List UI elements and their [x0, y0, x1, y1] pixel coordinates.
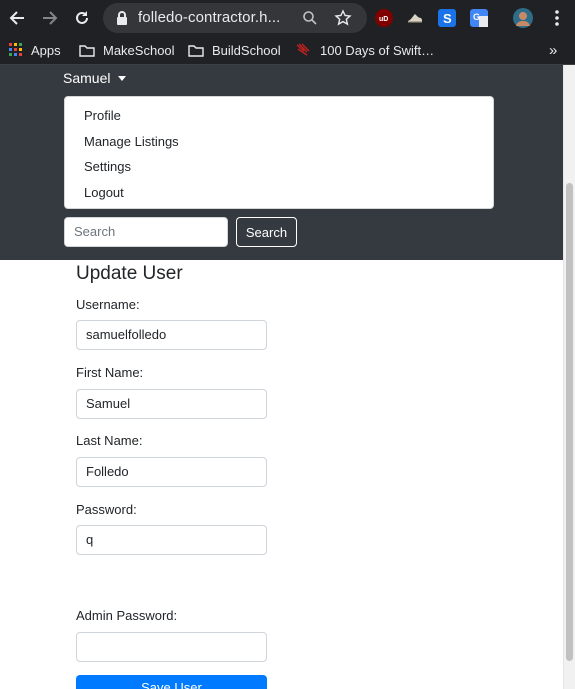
- scrollbar-thumb[interactable]: [566, 183, 573, 661]
- browser-menu-icon[interactable]: [545, 6, 569, 30]
- bookmarks-overflow-button[interactable]: »: [549, 41, 557, 59]
- bookmark-label: BuildSchool: [212, 42, 281, 58]
- folder-icon: [188, 44, 204, 57]
- bookmark-label: 100 Days of Swift…: [320, 42, 435, 58]
- first-name-label: First Name:: [76, 365, 144, 380]
- bookmark-label: MakeSchool: [103, 42, 175, 58]
- admin-password-field[interactable]: [76, 632, 267, 662]
- bookmark-star-icon[interactable]: [334, 9, 352, 26]
- user-menu-toggle[interactable]: Samuel: [63, 70, 127, 86]
- forward-icon[interactable]: [38, 6, 62, 30]
- last-name-label: Last Name:: [76, 433, 143, 448]
- bookmark-makeschool[interactable]: MakeSchool: [79, 41, 175, 59]
- bookmark-swift[interactable]: 100 Days of Swift…: [296, 41, 434, 59]
- url-text[interactable]: folledo-contractor.h...: [138, 9, 280, 26]
- search-button[interactable]: Search: [236, 217, 297, 247]
- zoom-icon[interactable]: [302, 10, 318, 26]
- back-icon[interactable]: [5, 6, 29, 30]
- user-menu-label: Samuel: [63, 70, 111, 86]
- bookmark-apps[interactable]: Apps: [9, 41, 61, 59]
- swift-icon: [296, 43, 312, 57]
- dropdown-item-profile[interactable]: Profile: [84, 108, 121, 123]
- save-user-button[interactable]: Save User: [76, 675, 267, 689]
- lock-icon[interactable]: [115, 10, 131, 26]
- caret-down-icon: [118, 76, 127, 81]
- sneaker-icon[interactable]: [406, 9, 424, 27]
- username-field[interactable]: samuelfolledo: [76, 320, 267, 350]
- bookmark-buildschool[interactable]: BuildSchool: [188, 41, 281, 59]
- dropdown-item-manage-listings[interactable]: Manage Listings: [84, 134, 179, 149]
- svg-text:G: G: [473, 12, 480, 22]
- svg-text:S: S: [443, 11, 452, 26]
- svg-text:uD: uD: [379, 16, 388, 23]
- password-field[interactable]: q: [76, 525, 267, 555]
- ublock-icon[interactable]: uD: [375, 9, 393, 27]
- translate-icon[interactable]: G: [470, 9, 488, 27]
- username-label: Username:: [76, 297, 140, 312]
- scrollbar[interactable]: [563, 65, 575, 689]
- admin-password-label: Admin Password:: [76, 608, 178, 623]
- bookmarks-bar: Apps MakeSchool BuildSchool 100 Days of …: [0, 36, 575, 65]
- dropdown-item-settings[interactable]: Settings: [84, 159, 131, 174]
- dropdown-item-logout[interactable]: Logout: [84, 185, 124, 200]
- s-extension-icon[interactable]: S: [438, 9, 456, 27]
- page-title: Update User: [76, 263, 183, 284]
- first-name-field[interactable]: Samuel: [76, 389, 267, 419]
- user-dropdown-menu: Profile Manage Listings Settings Logout: [64, 96, 494, 209]
- search-input[interactable]: Search: [64, 217, 228, 247]
- folder-icon: [79, 44, 95, 57]
- reload-icon[interactable]: [70, 6, 94, 30]
- bookmark-label: Apps: [31, 42, 61, 58]
- last-name-field[interactable]: Folledo: [76, 457, 267, 487]
- browser-toolbar: folledo-contractor.h... uD S G: [0, 0, 575, 36]
- page-viewport: Samuel Profile Manage Listings Settings …: [0, 65, 575, 689]
- profile-avatar-icon[interactable]: [513, 8, 533, 28]
- address-bar[interactable]: folledo-contractor.h...: [103, 3, 367, 33]
- apps-grid-icon: [9, 43, 23, 57]
- password-label: Password:: [76, 502, 137, 517]
